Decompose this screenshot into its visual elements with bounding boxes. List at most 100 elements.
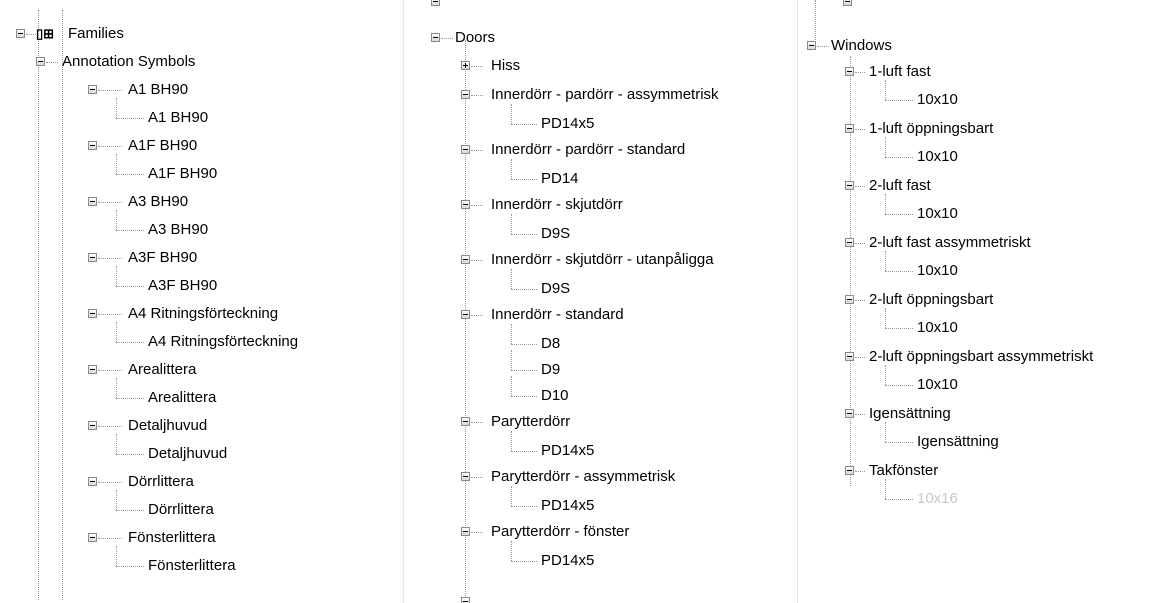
tree-line [116, 490, 117, 510]
collapse-toggle-icon[interactable] [845, 67, 854, 76]
expand-toggle-icon[interactable] [461, 61, 470, 70]
tree-line [885, 80, 886, 100]
collapse-toggle-icon[interactable] [88, 365, 97, 374]
tree-connector [885, 214, 913, 215]
node-label: A3F BH90 [128, 249, 198, 266]
node-label: 10x10 [917, 262, 958, 279]
tree-line [885, 365, 886, 385]
node-label: Arealittera [148, 389, 217, 406]
collapse-toggle-icon[interactable] [461, 90, 470, 99]
collapse-toggle-icon[interactable] [88, 141, 97, 150]
tree-line [885, 308, 886, 328]
node-label: PD14x5 [541, 552, 595, 569]
tree-connector [511, 344, 537, 345]
node-label: A4 Ritningsförteckning [128, 305, 279, 322]
tree-connector [98, 538, 122, 539]
node-label: 10x10 [917, 148, 958, 165]
tree-line [116, 266, 117, 286]
tree-connector [471, 95, 483, 96]
tree-connector [885, 442, 913, 443]
tree-connector [817, 46, 829, 47]
tree-connector [98, 202, 122, 203]
tree-connector [98, 482, 122, 483]
node-label: D9S [541, 280, 571, 297]
tree-line [511, 431, 512, 451]
tree-line [511, 350, 512, 370]
node-label: A3 BH90 [128, 193, 189, 210]
collapse-toggle-icon[interactable] [16, 29, 25, 38]
collapse-toggle-icon[interactable] [461, 472, 470, 481]
tree-panel-windows[interactable]: Windows 1-luft fast 10x10 1-luft öppningsb… [795, 0, 1166, 603]
collapse-toggle-icon[interactable] [88, 253, 97, 262]
collapse-toggle-icon[interactable] [845, 409, 854, 418]
node-label: 10x10 [917, 319, 958, 336]
collapse-toggle-icon[interactable] [845, 124, 854, 133]
tree-connector [116, 566, 144, 567]
collapse-toggle-icon[interactable] [845, 295, 854, 304]
tree-connector [26, 34, 36, 35]
collapse-toggle-icon[interactable] [461, 310, 470, 319]
collapse-toggle-icon[interactable] [845, 181, 854, 190]
column-seam [403, 0, 404, 603]
tree-connector [471, 150, 483, 151]
tree-line [116, 378, 117, 398]
tree-line [511, 376, 512, 396]
tree-line [116, 546, 117, 566]
tree-connector [511, 396, 537, 397]
collapse-toggle-icon[interactable] [88, 197, 97, 206]
families-icon: ▯⊞ [36, 26, 55, 41]
node-label: 10x10 [917, 91, 958, 108]
tree-panel-doors[interactable]: Doors Hiss Innerdörr - pardörr - assymmet… [405, 0, 795, 603]
collapse-toggle-icon[interactable] [461, 417, 470, 426]
collapse-toggle-icon[interactable] [36, 57, 45, 66]
collapse-toggle-icon[interactable] [88, 477, 97, 486]
node-label: Innerdörr - standard [491, 306, 624, 323]
tree-connector [116, 510, 144, 511]
tree-connector [855, 414, 865, 415]
node-label: 1-luft öppningsbart [869, 120, 994, 137]
collapse-toggle-icon[interactable] [88, 85, 97, 94]
collapse-toggle-icon[interactable] [461, 527, 470, 536]
tree-connector [511, 124, 537, 125]
collapse-toggle-icon[interactable] [461, 200, 470, 209]
tree-line [885, 251, 886, 271]
collapse-toggle-icon[interactable] [88, 309, 97, 318]
tree-connector [855, 129, 865, 130]
node-label: A4 Ritningsförteckning [148, 333, 299, 350]
collapse-toggle-icon[interactable] [845, 238, 854, 247]
collapse-toggle-icon[interactable] [88, 421, 97, 430]
tree-line [465, 40, 466, 600]
node-label: D8 [541, 335, 561, 352]
tree-line [116, 322, 117, 342]
node-label: 1-luft fast [869, 63, 931, 80]
collapse-toggle-icon [431, 0, 440, 6]
tree-connector [471, 315, 483, 316]
tree-connector [885, 271, 913, 272]
node-label: Families [68, 25, 124, 42]
collapse-toggle-icon[interactable] [461, 145, 470, 154]
node-label: Detaljhuvud [148, 445, 228, 462]
collapse-toggle-icon[interactable] [88, 533, 97, 542]
tree-line [815, 0, 816, 40]
node-label: PD14 [541, 170, 579, 187]
collapse-toggle-icon [843, 0, 852, 6]
node-label: Dörrlittera [128, 473, 194, 490]
tree-connector [98, 426, 122, 427]
node-label: A1F BH90 [128, 137, 198, 154]
tree-connector [441, 38, 453, 39]
node-label: 2-luft fast assymmetriskt [869, 234, 1031, 251]
tree-connector [885, 328, 913, 329]
collapse-toggle-icon[interactable] [807, 41, 816, 50]
node-label: PD14x5 [541, 497, 595, 514]
tree-panel-families[interactable]: ▯⊞ Families Annotation Symbols A1 BH90 A1… [0, 0, 400, 603]
node-label: PD14x5 [541, 442, 595, 459]
tree-line [62, 10, 63, 600]
collapse-toggle-icon[interactable] [431, 33, 440, 42]
node-label: Detaljhuvud [128, 417, 208, 434]
collapse-toggle-icon[interactable] [461, 255, 470, 264]
node-label: Innerdörr - skjutdörr - utanpåligga [491, 251, 714, 268]
tree-connector [511, 370, 537, 371]
tree-connector [511, 179, 537, 180]
collapse-toggle-icon[interactable] [845, 352, 854, 361]
collapse-toggle-icon[interactable] [845, 466, 854, 475]
